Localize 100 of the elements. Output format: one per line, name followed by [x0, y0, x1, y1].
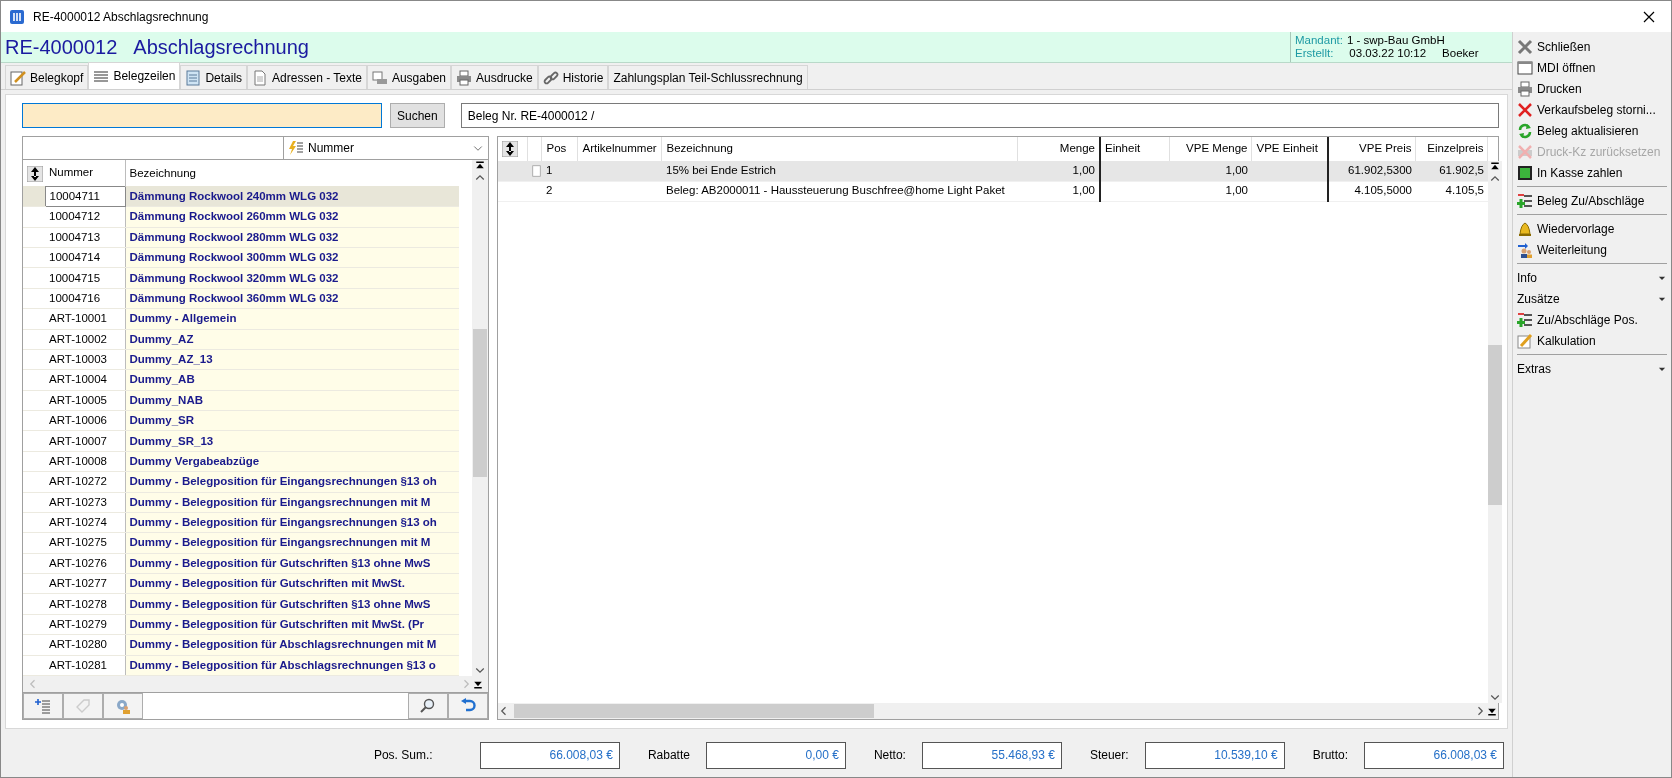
article-row[interactable]: ART-10279 Dummy - Belegposition für Gutschriften mit MwSt. (Pr: [23, 614, 459, 635]
table-cell: Dummy - Belegposition für Gutschriften mit MwSt. (Pr: [125, 614, 459, 635]
sidebar-action[interactable]: MDI öffnen: [1513, 57, 1671, 78]
table-cell: 61.902,5300: [1348, 164, 1412, 177]
table-cell: Dummy - Belegposition für Eingangsrechnungen §13 oh: [125, 471, 459, 493]
document-number: RE-4000012: [5, 35, 118, 60]
sort-dropdown[interactable]: Nummer: [283, 137, 488, 159]
info-value: Boeker: [1442, 47, 1479, 60]
tab[interactable]: Ausgaben: [366, 65, 451, 89]
section-header[interactable]: Info: [1513, 267, 1671, 288]
table-cell: Dämmung Rockwool 360mm WLG 032: [125, 288, 459, 309]
article-row[interactable]: ART-10008 Dummy Vergabeabzüge: [23, 451, 459, 472]
total-label: Netto:: [873, 747, 906, 764]
table-cell: Dummy_AZ: [125, 329, 459, 350]
table-cell: Dummy - Belegposition für Gutschriften §13 ohne MwS: [125, 594, 459, 615]
sidebar-action[interactable]: Zu/Abschläge Pos.: [1513, 309, 1671, 330]
sidebar-action[interactable]: In Kasse zahlen: [1513, 162, 1671, 183]
tab[interactable]: Historie: [537, 65, 609, 89]
info-label: Erstellt:: [1295, 47, 1334, 60]
section-header[interactable]: Extras: [1513, 358, 1671, 379]
table-cell: Dummy - Belegposition für Abschlagsrechnungen §13 o: [125, 655, 459, 676]
article-row[interactable]: ART-10002 Dummy_AZ: [23, 329, 459, 350]
section-header[interactable]: Zusätze: [1513, 288, 1671, 309]
window-title: RE-4000012 Abschlagsrechnung: [33, 8, 209, 26]
article-row[interactable]: ART-10276 Dummy - Belegposition für Gutschriften §13 ohne MwS: [23, 553, 459, 574]
tab[interactable]: Zahlungsplan Teil-Schlussrechnung: [608, 65, 808, 89]
total-field[interactable]: 10.539,10 €: [1144, 741, 1285, 769]
sidebar-action[interactable]: Kalkulation: [1513, 330, 1671, 351]
article-row[interactable]: 10004712 Dämmung Rockwool 260mm WLG 032: [23, 206, 459, 228]
table-cell: 4.105,5: [1445, 184, 1484, 197]
article-row[interactable]: ART-10007 Dummy_SR_13: [23, 431, 459, 452]
total-label: Brutto:: [1312, 747, 1348, 764]
article-row[interactable]: ART-10273 Dummy - Belegposition für Eingangsrechnungen mit M: [23, 492, 459, 513]
table-cell: 2: [546, 184, 553, 197]
article-row[interactable]: ART-10005 Dummy_NAB: [23, 390, 459, 411]
table-cell: Dummy_AZ_13: [125, 349, 459, 370]
article-row[interactable]: ART-10272 Dummy - Belegposition für Eingangsrechnungen §13 oh: [23, 471, 459, 493]
article-row[interactable]: 10004716 Dämmung Rockwool 360mm WLG 032: [23, 288, 459, 309]
sort-field-value: Nummer: [308, 140, 355, 157]
beleg-number-field[interactable]: Beleg Nr. RE-4000012 /: [460, 103, 1499, 128]
tab[interactable]: Belegkopf: [5, 65, 89, 89]
total-label: Rabatte: [647, 747, 690, 764]
table-cell: Dämmung Rockwool 280mm WLG 032: [125, 227, 459, 248]
total-field[interactable]: 55.468,93 €: [921, 741, 1062, 769]
article-row[interactable]: ART-10275 Dummy - Belegposition für Eingangsrechnungen mit M: [23, 532, 459, 554]
info-value: 1 - swp-Bau GmbH: [1346, 34, 1445, 47]
article-row[interactable]: ART-10278 Dummy - Belegposition für Gutschriften §13 ohne MwS: [23, 594, 459, 615]
sidebar-action[interactable]: Beleg Zu/Abschläge: [1513, 190, 1671, 211]
table-cell: 1,00: [1072, 164, 1095, 177]
tab[interactable]: Ausdrucke: [451, 65, 538, 89]
article-row[interactable]: 10004713 Dämmung Rockwool 280mm WLG 032: [23, 227, 459, 248]
article-row[interactable]: ART-10281 Dummy - Belegposition für Abschlagsrechnungen §13 o: [23, 655, 459, 676]
table-cell: Dummy_NAB: [125, 390, 459, 411]
article-row[interactable]: 10004714 Dämmung Rockwool 300mm WLG 032: [23, 247, 459, 268]
article-row[interactable]: ART-10006 Dummy_SR: [23, 410, 459, 431]
table-cell: 10004711: [45, 186, 125, 207]
search-button[interactable]: Suchen: [390, 103, 445, 128]
article-row[interactable]: 10004711 Dämmung Rockwool 240mm WLG 032: [23, 186, 459, 207]
column-header[interactable]: Nummer: [45, 160, 125, 187]
article-row[interactable]: ART-10004 Dummy_AB: [23, 369, 459, 391]
table-cell: 1,00: [1225, 184, 1248, 197]
sidebar-action[interactable]: Wiedervorlage: [1513, 218, 1671, 239]
info-value: 03.03.22 10:12: [1349, 47, 1427, 60]
sidebar-action[interactable]: Weiterleitung: [1513, 239, 1671, 260]
article-row[interactable]: ART-10003 Dummy_AZ_13: [23, 349, 459, 370]
article-row[interactable]: ART-10001 Dummy - Allgemein: [23, 308, 459, 330]
tab[interactable]: Adressen - Texte: [247, 65, 367, 89]
table-cell: Dämmung Rockwool 240mm WLG 032: [125, 186, 459, 207]
table-cell: Dämmung Rockwool 320mm WLG 032: [125, 268, 459, 289]
table-cell: Dummy - Belegposition für Gutschriften §13 ohne MwS: [125, 553, 459, 574]
total-label: Pos. Sum.:: [373, 747, 434, 764]
article-row[interactable]: ART-10274 Dummy - Belegposition für Eingangsrechnungen §13 oh: [23, 512, 459, 533]
table-cell: Dummy Vergabeabzüge: [125, 451, 459, 472]
table-cell: Dummy - Belegposition für Gutschriften mit MwSt.: [125, 573, 459, 594]
sidebar-action[interactable]: Verkaufsbeleg storni...: [1513, 99, 1671, 120]
table-cell: Dummy - Allgemein: [125, 308, 459, 330]
article-row[interactable]: ART-10277 Dummy - Belegposition für Gutschriften mit MwSt.: [23, 573, 459, 594]
sidebar-action[interactable]: Drucken: [1513, 78, 1671, 99]
sidebar-action[interactable]: Schließen: [1513, 36, 1671, 57]
total-field[interactable]: 66.008,03 €: [1364, 741, 1504, 769]
article-row[interactable]: ART-10280 Dummy - Belegposition für Abschlagsrechnungen mit M: [23, 634, 459, 656]
table-cell: Dummy - Belegposition für Abschlagsrechnungen mit M: [125, 634, 459, 656]
table-cell: 4.105,5000: [1354, 184, 1412, 197]
info-label: Mandant:: [1295, 34, 1343, 47]
table-cell: Dummy - Belegposition für Eingangsrechnungen mit M: [125, 532, 459, 554]
article-row[interactable]: 10004715 Dämmung Rockwool 320mm WLG 032: [23, 268, 459, 289]
table-cell: Dämmung Rockwool 260mm WLG 032: [125, 206, 459, 228]
table-cell: 1: [546, 164, 553, 177]
tab[interactable]: Belegzeilen: [88, 62, 181, 89]
position-row[interactable]: 2 Beleg: AB2000011 - Haussteuerung Buschfree@home Light Paket 1,00 1,00 4.105,5000 4.105,5: [498, 181, 1488, 201]
tab[interactable]: Details: [180, 65, 248, 89]
position-row[interactable]: 1 15% bei Ende Estrich 1,00 1,00 61.902,5300 61.902,5: [498, 161, 1488, 181]
document-type: Abschlagsrechnung: [133, 35, 309, 60]
table-cell: Dummy_SR_13: [125, 431, 459, 452]
total-label: Steuer:: [1089, 747, 1129, 764]
total-field[interactable]: 0,00 €: [705, 741, 846, 769]
total-field[interactable]: 66.008,03 €: [479, 741, 620, 769]
table-cell: 1,00: [1072, 184, 1095, 197]
table-cell: Beleg: AB2000011 - Haussteuerung Buschfree@home Light Paket: [666, 184, 1005, 197]
sidebar-action[interactable]: Beleg aktualisieren: [1513, 120, 1671, 141]
